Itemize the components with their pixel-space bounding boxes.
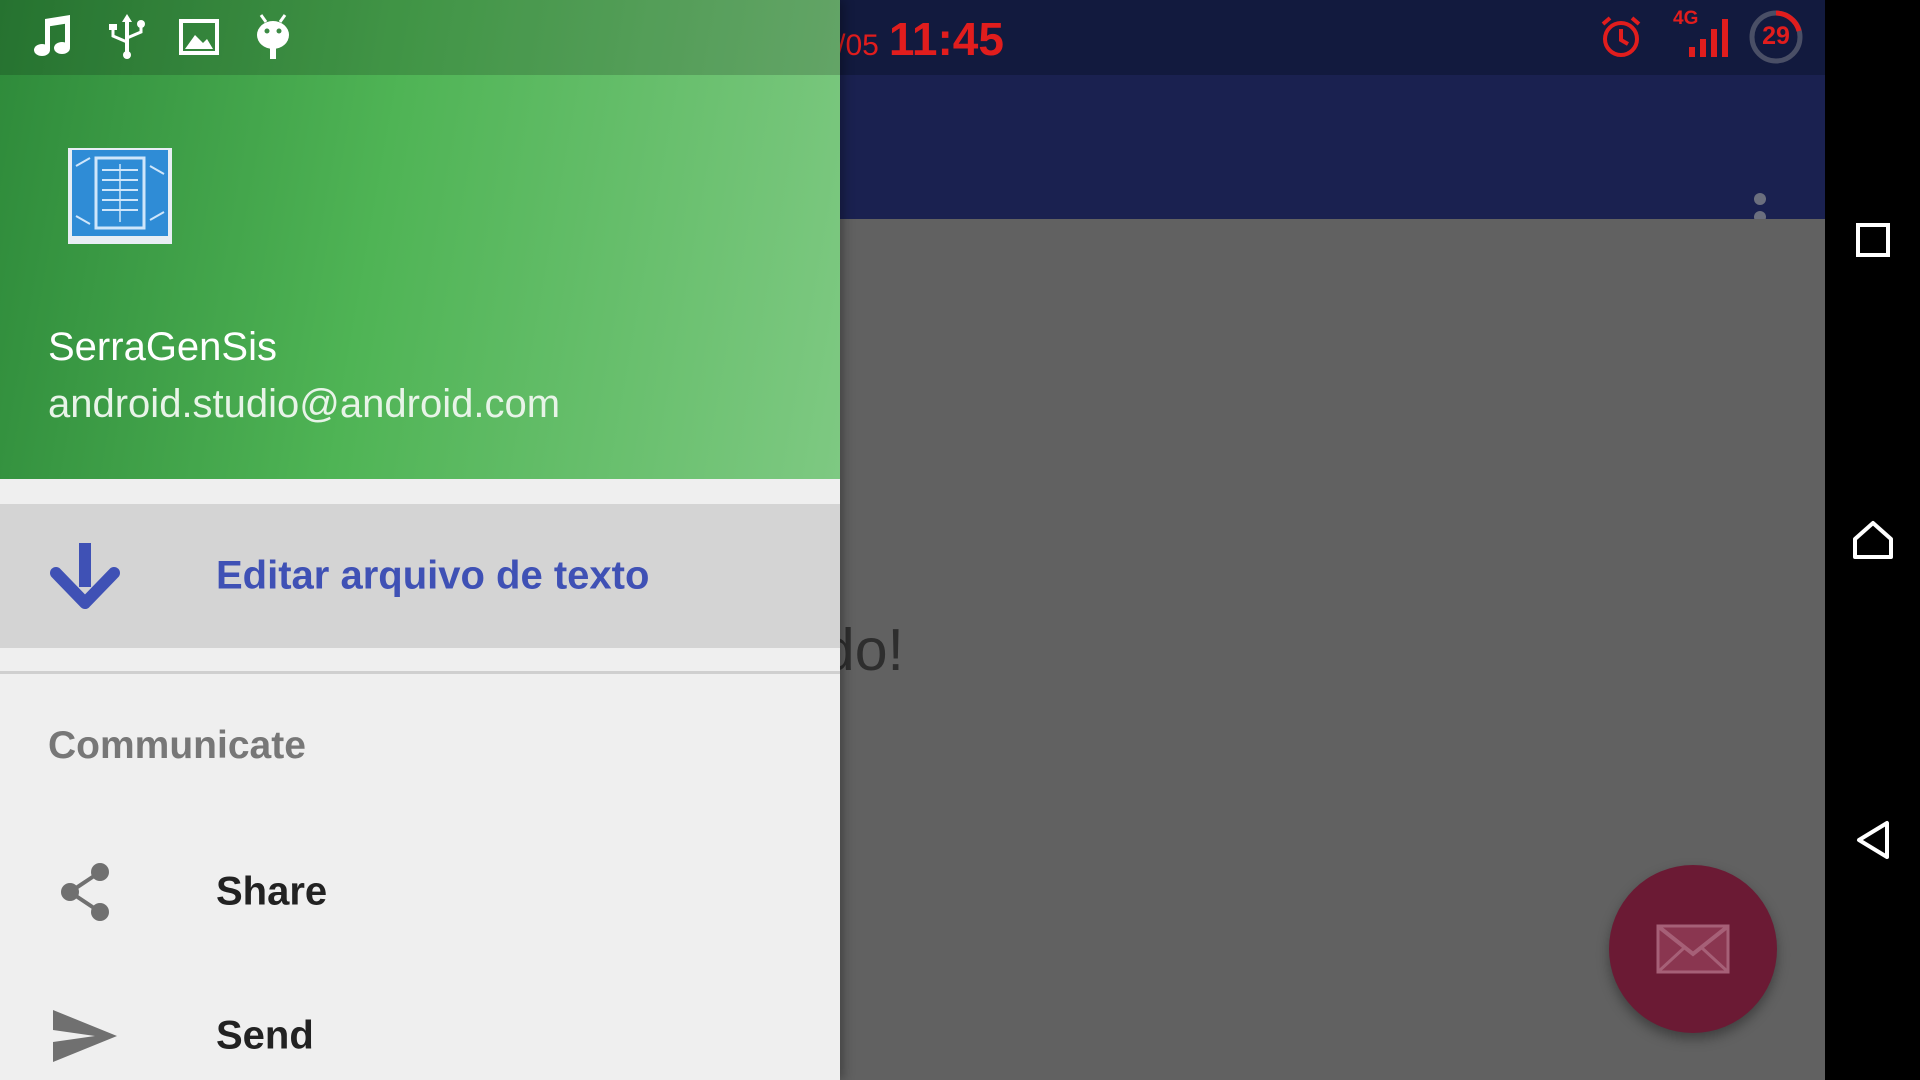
divider xyxy=(0,671,840,674)
menu-item-send[interactable]: Send xyxy=(0,964,840,1080)
drawer-status-bar xyxy=(0,0,840,75)
screen: Bem Vindo! 11/0511:45 4G xyxy=(0,0,1825,1080)
back-icon xyxy=(1856,821,1889,859)
navigation-drawer: SerraGenSis android.studio@android.com E… xyxy=(0,0,840,1080)
home-icon xyxy=(1852,521,1893,559)
signal-icon xyxy=(1686,12,1732,62)
section-header-communicate: Communicate xyxy=(48,724,306,767)
image-icon xyxy=(176,12,222,62)
drawer-email: android.studio@android.com xyxy=(48,382,561,426)
usb-icon xyxy=(104,12,150,62)
drawer-header: SerraGenSis android.studio@android.com xyxy=(0,0,840,479)
menu-item-label: Share xyxy=(216,869,328,914)
menu-item-label: Send xyxy=(216,1013,314,1058)
drawer-title: SerraGenSis xyxy=(48,325,277,369)
menu-item-share[interactable]: Share xyxy=(0,820,840,964)
android-debug-icon xyxy=(250,12,296,62)
menu-item-label: Editar arquivo de texto xyxy=(216,553,650,598)
send-icon xyxy=(46,997,124,1075)
back-button[interactable] xyxy=(1825,790,1920,890)
music-icon xyxy=(30,12,76,62)
blueprint-app-icon xyxy=(66,144,174,248)
menu-item-editar-arquivo[interactable]: Editar arquivo de texto xyxy=(0,504,840,648)
home-button[interactable] xyxy=(1825,490,1920,590)
status-time: 11:45 xyxy=(888,13,1004,65)
battery-level: 29 xyxy=(1762,22,1790,50)
alarm-icon xyxy=(1598,12,1644,62)
arrow-down-icon xyxy=(46,537,124,615)
email-fab-button[interactable] xyxy=(1609,865,1777,1033)
recents-button[interactable] xyxy=(1825,190,1920,290)
share-icon xyxy=(46,853,124,931)
email-icon xyxy=(1656,924,1730,974)
recents-icon xyxy=(1855,223,1890,257)
navigation-bar xyxy=(1825,0,1920,1080)
